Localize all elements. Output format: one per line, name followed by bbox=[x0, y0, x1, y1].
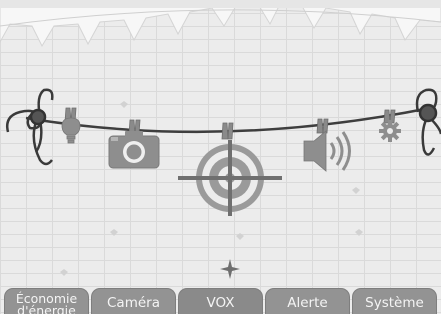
menu-screen: Économie d'énergie Caméra VOX Alerte Sys… bbox=[0, 0, 441, 314]
clothesline-rope bbox=[25, 106, 431, 134]
tab-systeme[interactable]: Système bbox=[352, 288, 437, 314]
bunting-decoration bbox=[0, 0, 441, 48]
tab-vox[interactable]: VOX bbox=[178, 288, 263, 314]
gear-icon[interactable] bbox=[379, 120, 401, 142]
lightbulb-icon[interactable] bbox=[61, 117, 81, 144]
decor-layer bbox=[0, 0, 441, 279]
menu-tab-bar: Économie d'énergie Caméra VOX Alerte Sys… bbox=[0, 288, 441, 314]
right-rope-knot bbox=[415, 88, 441, 156]
tab-camera[interactable]: Caméra bbox=[91, 288, 176, 314]
left-rope-knot bbox=[6, 88, 54, 166]
camera-icon[interactable] bbox=[108, 131, 160, 169]
tab-economie-energie[interactable]: Économie d'énergie bbox=[4, 288, 89, 314]
tab-alerte[interactable]: Alerte bbox=[265, 288, 350, 314]
target-icon[interactable] bbox=[178, 140, 282, 216]
speaker-icon[interactable] bbox=[303, 130, 351, 172]
star-sparkle-icon bbox=[220, 259, 240, 279]
